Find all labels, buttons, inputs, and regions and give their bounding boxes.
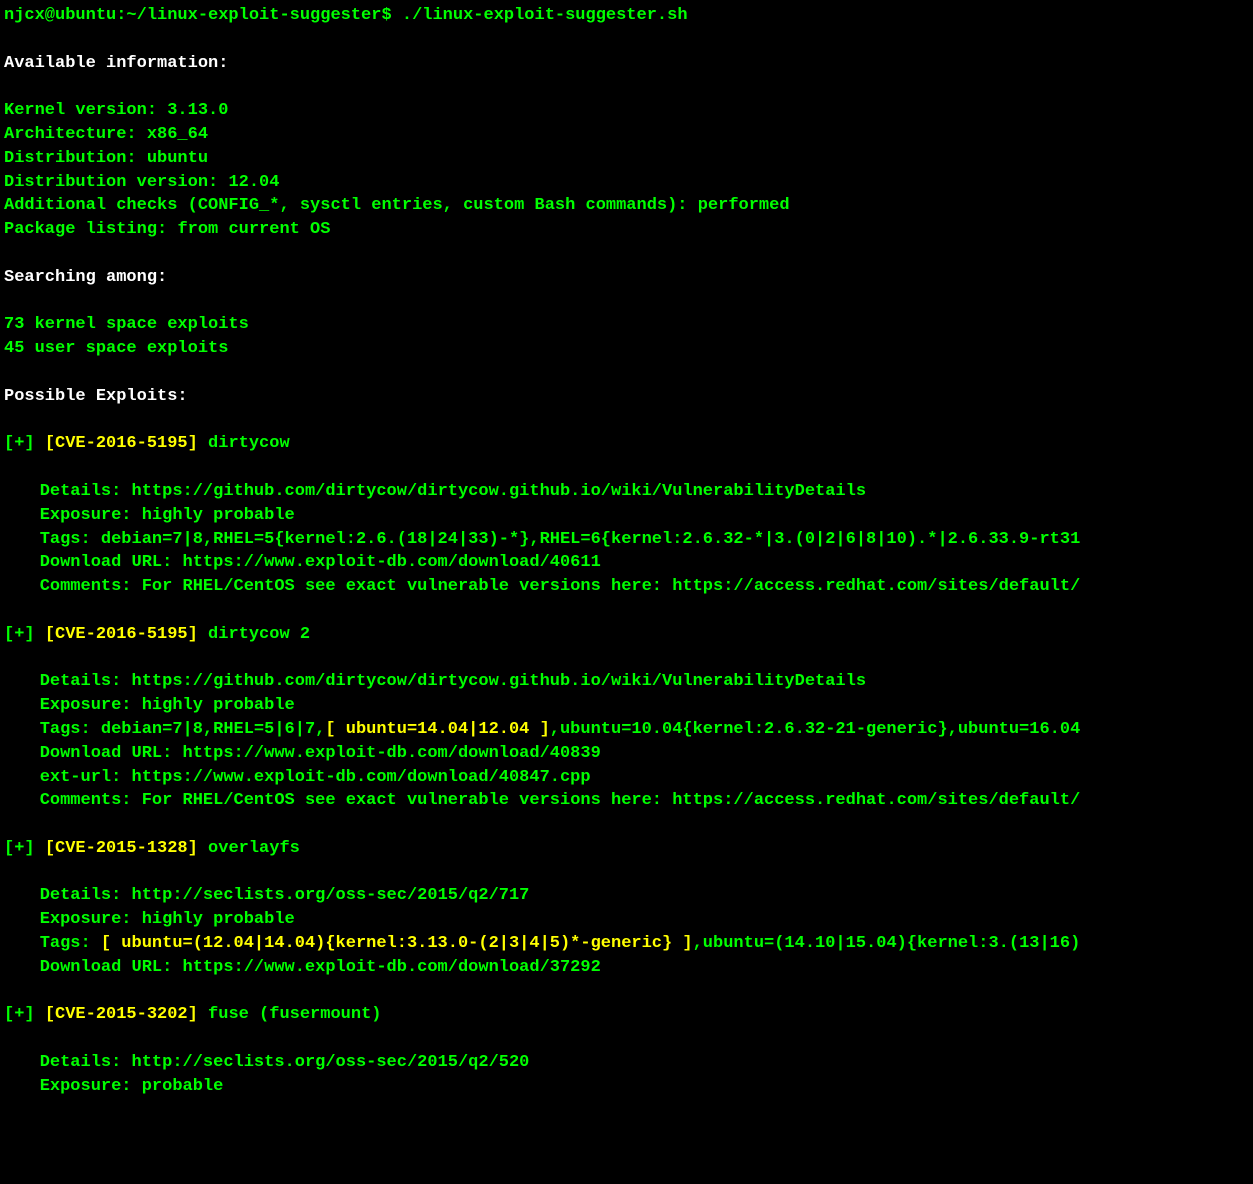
- exploit-tags: Tags: debian=7|8,RHEL=5|6|7,[ ubuntu=14.…: [4, 718, 1249, 742]
- section-header-exploits: Possible Exploits:: [4, 385, 1249, 409]
- info-checks: Additional checks (CONFIG_*, sysctl entr…: [4, 194, 1249, 218]
- pkg-value: from current OS: [177, 220, 330, 239]
- exploit-details: Details: http://seclists.org/oss-sec/201…: [4, 884, 1249, 908]
- exposure-label: Exposure:: [40, 910, 142, 929]
- arch-label: Architecture:: [4, 125, 147, 144]
- exploit-cve: [CVE-2015-1328]: [45, 839, 198, 858]
- dist-label: Distribution:: [4, 149, 147, 168]
- details-label: Details:: [40, 1053, 132, 1072]
- prompt-line: njcx@ubuntu:~/linux-exploit-suggester$ .…: [4, 4, 1249, 28]
- tags-highlight: [ ubuntu=14.04|12.04 ]: [325, 720, 549, 739]
- tags-pre: debian=7|8,RHEL=5|6|7,: [101, 720, 325, 739]
- tags-post: ,ubuntu=(14.10|15.04){kernel:3.(13|16): [693, 934, 1081, 953]
- exploit-comments: Comments: For RHEL/CentOS see exact vuln…: [4, 575, 1249, 599]
- tags-value: debian=7|8,RHEL=5{kernel:2.6.(18|24|33)-…: [101, 530, 1080, 549]
- details-value: https://github.com/dirtycow/dirtycow.git…: [132, 482, 867, 501]
- comments-value: For RHEL/CentOS see exact vulnerable ver…: [142, 791, 1081, 810]
- details-label: Details:: [40, 886, 132, 905]
- download-label: Download URL:: [40, 553, 183, 572]
- exploit-cve: [CVE-2016-5195]: [45, 625, 198, 644]
- section-header-searching: Searching among:: [4, 266, 1249, 290]
- exploit-download: Download URL: https://www.exploit-db.com…: [4, 956, 1249, 980]
- download-value: https://www.exploit-db.com/download/4083…: [183, 744, 601, 763]
- exposure-label: Exposure:: [40, 506, 142, 525]
- exploit-tags: Tags: debian=7|8,RHEL=5{kernel:2.6.(18|2…: [4, 528, 1249, 552]
- exploit-name: fuse (fusermount): [198, 1005, 382, 1024]
- dist-value: ubuntu: [147, 149, 208, 168]
- exploit-exposure: Exposure: highly probable: [4, 694, 1249, 718]
- exposure-value: highly probable: [142, 910, 295, 929]
- shell-prompt: njcx@ubuntu:~/linux-exploit-suggester$: [4, 6, 392, 25]
- arch-value: x86_64: [147, 125, 208, 144]
- kernel-label: Kernel version:: [4, 101, 167, 120]
- tags-post: ,ubuntu=10.04{kernel:2.6.32-21-generic},…: [550, 720, 1081, 739]
- comments-label: Comments:: [40, 577, 142, 596]
- details-label: Details:: [40, 482, 132, 501]
- info-arch: Architecture: x86_64: [4, 123, 1249, 147]
- exploit-exturl: ext-url: https://www.exploit-db.com/down…: [4, 766, 1249, 790]
- tags-label: Tags:: [40, 934, 101, 953]
- details-value: https://github.com/dirtycow/dirtycow.git…: [132, 672, 867, 691]
- exploit-name: dirtycow 2: [198, 625, 310, 644]
- download-value: https://www.exploit-db.com/download/4061…: [183, 553, 601, 572]
- comments-label: Comments:: [40, 791, 142, 810]
- exploit-cve: [CVE-2016-5195]: [45, 434, 198, 453]
- exploit-exposure: Exposure: probable: [4, 1075, 1249, 1099]
- exploit-marker: [+]: [4, 1005, 45, 1024]
- exposure-value: highly probable: [142, 506, 295, 525]
- exploit-details: Details: http://seclists.org/oss-sec/201…: [4, 1051, 1249, 1075]
- exploit-header: [+] [CVE-2015-3202] fuse (fusermount): [4, 1003, 1249, 1027]
- details-value: http://seclists.org/oss-sec/2015/q2/717: [132, 886, 530, 905]
- terminal-output: njcx@ubuntu:~/linux-exploit-suggester$ .…: [4, 4, 1249, 1099]
- exploit-header: [+] [CVE-2016-5195] dirtycow: [4, 432, 1249, 456]
- exploit-details: Details: https://github.com/dirtycow/dir…: [4, 670, 1249, 694]
- exploit-header: [+] [CVE-2016-5195] dirtycow 2: [4, 623, 1249, 647]
- download-label: Download URL:: [40, 958, 183, 977]
- tags-label: Tags:: [40, 530, 101, 549]
- exploit-name: overlayfs: [198, 839, 300, 858]
- details-value: http://seclists.org/oss-sec/2015/q2/520: [132, 1053, 530, 1072]
- search-user-space: 45 user space exploits: [4, 337, 1249, 361]
- download-label: Download URL:: [40, 744, 183, 763]
- exploit-details: Details: https://github.com/dirtycow/dir…: [4, 480, 1249, 504]
- exploit-exposure: Exposure: highly probable: [4, 504, 1249, 528]
- exposure-value: probable: [142, 1077, 224, 1096]
- info-distver: Distribution version: 12.04: [4, 171, 1249, 195]
- download-value: https://www.exploit-db.com/download/3729…: [183, 958, 601, 977]
- info-pkg: Package listing: from current OS: [4, 218, 1249, 242]
- exturl-value: https://www.exploit-db.com/download/4084…: [132, 768, 591, 787]
- info-kernel: Kernel version: 3.13.0: [4, 99, 1249, 123]
- exposure-label: Exposure:: [40, 1077, 142, 1096]
- search-kernel-space: 73 kernel space exploits: [4, 313, 1249, 337]
- exploit-name: dirtycow: [198, 434, 290, 453]
- section-header-available: Available information:: [4, 52, 1249, 76]
- details-label: Details:: [40, 672, 132, 691]
- distver-label: Distribution version:: [4, 173, 228, 192]
- exploit-comments: Comments: For RHEL/CentOS see exact vuln…: [4, 789, 1249, 813]
- exploit-cve: [CVE-2015-3202]: [45, 1005, 198, 1024]
- exploit-download: Download URL: https://www.exploit-db.com…: [4, 742, 1249, 766]
- exploit-exposure: Exposure: highly probable: [4, 908, 1249, 932]
- exploit-marker: [+]: [4, 839, 45, 858]
- distver-value: 12.04: [228, 173, 279, 192]
- exturl-label: ext-url:: [40, 768, 132, 787]
- tags-label: Tags:: [40, 720, 101, 739]
- kernel-value: 3.13.0: [167, 101, 228, 120]
- exploit-marker: [+]: [4, 434, 45, 453]
- exposure-label: Exposure:: [40, 696, 142, 715]
- pkg-label: Package listing:: [4, 220, 177, 239]
- comments-value: For RHEL/CentOS see exact vulnerable ver…: [142, 577, 1081, 596]
- command-text: ./linux-exploit-suggester.sh: [402, 6, 688, 25]
- checks-label: Additional checks (CONFIG_*, sysctl entr…: [4, 196, 698, 215]
- tags-highlight: [ ubuntu=(12.04|14.04){kernel:3.13.0-(2|…: [101, 934, 693, 953]
- checks-value: performed: [698, 196, 790, 215]
- exposure-value: highly probable: [142, 696, 295, 715]
- exploit-header: [+] [CVE-2015-1328] overlayfs: [4, 837, 1249, 861]
- exploit-marker: [+]: [4, 625, 45, 644]
- exploit-download: Download URL: https://www.exploit-db.com…: [4, 551, 1249, 575]
- exploit-tags: Tags: [ ubuntu=(12.04|14.04){kernel:3.13…: [4, 932, 1249, 956]
- info-dist: Distribution: ubuntu: [4, 147, 1249, 171]
